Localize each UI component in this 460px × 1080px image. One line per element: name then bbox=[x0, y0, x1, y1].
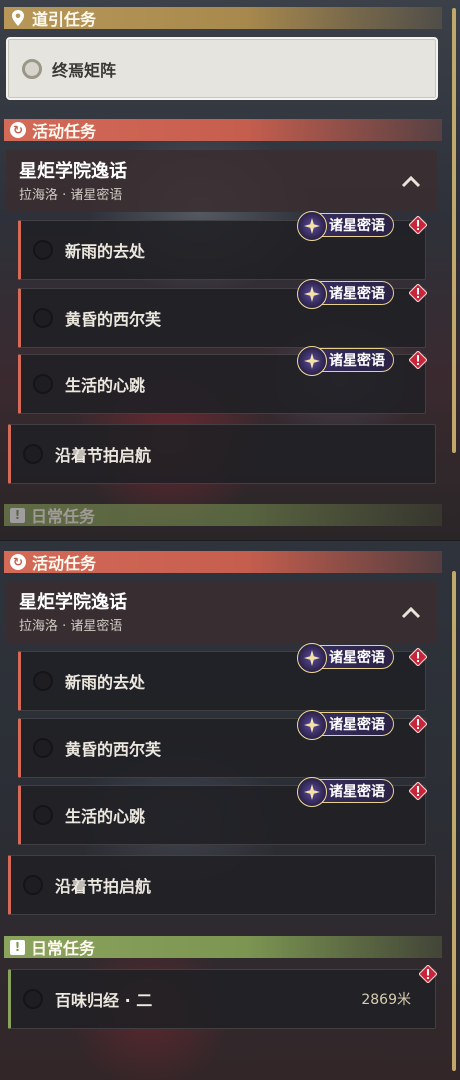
tag-label: 诸星密语 bbox=[329, 353, 385, 369]
quest-label: 百味归经 · 二 bbox=[55, 991, 153, 1010]
event-section-header: ↻ 活动任务 bbox=[4, 119, 442, 141]
star-emblem-icon bbox=[297, 643, 327, 673]
tag-label: 诸星密语 bbox=[329, 650, 385, 666]
alert-diamond-icon bbox=[408, 781, 428, 801]
tag-label: 诸星密语 bbox=[329, 717, 385, 733]
quest-status-circle bbox=[33, 738, 53, 758]
quest-label: 黄昏的西尔芙 bbox=[65, 310, 162, 329]
star-emblem-icon bbox=[297, 279, 327, 309]
chevron-up-icon[interactable] bbox=[401, 605, 421, 619]
quest-label: 黄昏的西尔芙 bbox=[65, 740, 162, 759]
quest-status-circle bbox=[33, 374, 53, 394]
event-tag: 诸星密语 bbox=[297, 710, 394, 740]
scrollbar-track[interactable] bbox=[452, 571, 456, 1071]
exclamation-icon: ! bbox=[10, 507, 25, 523]
quest-status-circle bbox=[33, 805, 53, 825]
quest-panel-bottom: ↻ 活动任务 星炬学院逸话 拉海洛 · 诸星密语 新雨的去处 黄昏的西尔芙 生活… bbox=[0, 540, 460, 1080]
map-pin-icon bbox=[10, 10, 26, 26]
event-tag: 诸星密语 bbox=[297, 777, 394, 807]
star-emblem-icon bbox=[297, 211, 327, 241]
alert-diamond-icon bbox=[408, 714, 428, 734]
quest-status-circle bbox=[23, 444, 43, 464]
event-main-quest[interactable]: 沿着节拍启航 bbox=[8, 855, 436, 915]
chevron-up-icon[interactable] bbox=[401, 174, 421, 188]
section-title: 道引任务 bbox=[32, 10, 97, 29]
alert-diamond-icon bbox=[418, 964, 438, 984]
quest-label: 生活的心跳 bbox=[65, 376, 146, 395]
quest-status-circle bbox=[33, 308, 53, 328]
tag-label: 诸星密语 bbox=[329, 784, 385, 800]
guide-quest-card[interactable]: 终焉矩阵 bbox=[6, 37, 438, 100]
daily-section-header-partial: ! 日常任务 bbox=[4, 504, 442, 526]
star-emblem-icon bbox=[297, 346, 327, 376]
event-group-title: 星炬学院逸话 bbox=[19, 592, 127, 613]
quest-label: 沿着节拍启航 bbox=[55, 877, 152, 896]
tag-label: 诸星密语 bbox=[329, 218, 385, 234]
event-section-header: ↻ 活动任务 bbox=[4, 551, 442, 573]
section-title: 日常任务 bbox=[31, 507, 96, 526]
alert-diamond-icon bbox=[408, 283, 428, 303]
guide-section-header: 道引任务 bbox=[4, 7, 442, 29]
daily-section-header: ! 日常任务 bbox=[4, 936, 442, 958]
quest-distance: 2869米 bbox=[361, 992, 411, 1008]
quest-label: 新雨的去处 bbox=[65, 673, 146, 692]
quest-status-circle bbox=[33, 671, 53, 691]
event-group-header[interactable]: 星炬学院逸话 拉海洛 · 诸星密语 bbox=[6, 150, 437, 212]
exclamation-icon: ! bbox=[10, 939, 25, 955]
alert-diamond-icon bbox=[408, 350, 428, 370]
section-title: 日常任务 bbox=[31, 939, 96, 958]
scrollbar-track[interactable] bbox=[452, 8, 456, 453]
quest-label: 沿着节拍启航 bbox=[55, 446, 152, 465]
tag-label: 诸星密语 bbox=[329, 286, 385, 302]
quest-label: 生活的心跳 bbox=[65, 807, 146, 826]
event-tag: 诸星密语 bbox=[297, 279, 394, 309]
alert-diamond-icon bbox=[408, 215, 428, 235]
event-tag: 诸星密语 bbox=[297, 346, 394, 376]
quest-label: 终焉矩阵 bbox=[52, 60, 117, 80]
quest-panel-top: 道引任务 终焉矩阵 ↻ 活动任务 星炬学院逸话 拉海洛 · 诸星密语 新雨的去处… bbox=[0, 0, 460, 540]
daily-quest-item[interactable]: 百味归经 · 二 2869米 bbox=[8, 969, 436, 1029]
scrollbar-thumb[interactable] bbox=[452, 571, 456, 1071]
event-group-header[interactable]: 星炬学院逸话 拉海洛 · 诸星密语 bbox=[6, 581, 437, 643]
event-group-subtitle: 拉海洛 · 诸星密语 bbox=[19, 619, 123, 634]
refresh-icon: ↻ bbox=[10, 122, 26, 138]
section-title: 活动任务 bbox=[32, 554, 97, 573]
scrollbar-thumb[interactable] bbox=[452, 8, 456, 453]
event-group-title: 星炬学院逸话 bbox=[19, 161, 127, 182]
section-title: 活动任务 bbox=[32, 122, 97, 141]
quest-status-circle bbox=[22, 58, 42, 79]
alert-diamond-icon bbox=[408, 647, 428, 667]
event-main-quest[interactable]: 沿着节拍启航 bbox=[8, 424, 436, 484]
event-group-subtitle: 拉海洛 · 诸星密语 bbox=[19, 188, 123, 203]
star-emblem-icon bbox=[297, 777, 327, 807]
quest-status-circle bbox=[33, 240, 53, 260]
refresh-icon: ↻ bbox=[10, 554, 26, 570]
quest-label: 新雨的去处 bbox=[65, 242, 146, 261]
quest-status-circle bbox=[23, 875, 43, 895]
event-tag: 诸星密语 bbox=[297, 643, 394, 673]
star-emblem-icon bbox=[297, 710, 327, 740]
event-tag: 诸星密语 bbox=[297, 211, 394, 241]
quest-status-circle bbox=[23, 989, 43, 1009]
